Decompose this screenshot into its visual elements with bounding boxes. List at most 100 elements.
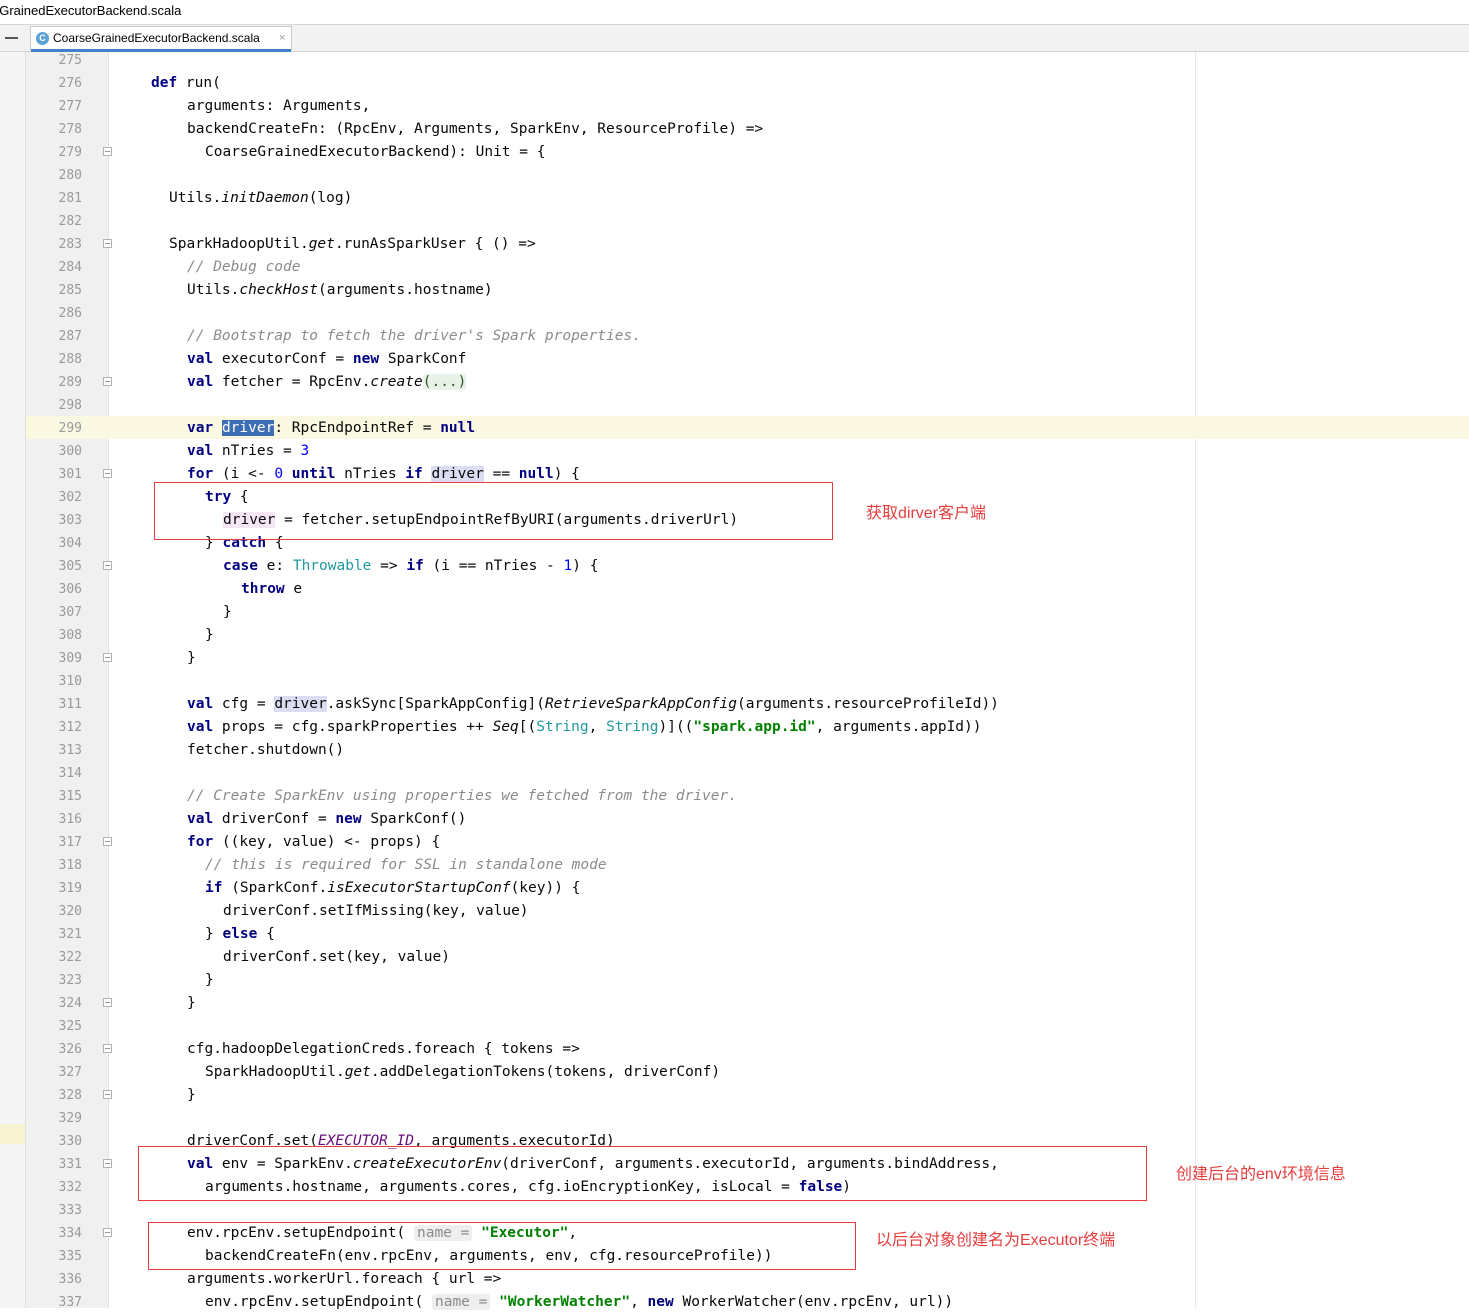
code-line[interactable]: 317 for ((key, value) <- props) {: [26, 831, 1469, 854]
code-text: arguments: Arguments,: [187, 98, 371, 114]
code-line[interactable]: 325: [26, 1015, 1469, 1038]
code-line[interactable]: 299 var driver: RpcEndpointRef = null: [26, 417, 1469, 440]
line-number: 303: [58, 513, 82, 528]
code-text: backendCreateFn: (RpcEnv, Arguments, Spa…: [187, 121, 764, 137]
fold-toggle-icon[interactable]: [103, 147, 112, 156]
code-line[interactable]: 289 val fetcher = RpcEnv.create(...): [26, 371, 1469, 394]
code-line[interactable]: 287 // Bootstrap to fetch the driver's Sp…: [26, 325, 1469, 348]
code-line[interactable]: 283 SparkHadoopUtil.get.runAsSparkUser { …: [26, 233, 1469, 256]
code-text: // Bootstrap to fetch the driver's Spark…: [187, 328, 641, 344]
fold-toggle-icon[interactable]: [103, 377, 112, 386]
code-text: }: [205, 627, 214, 643]
code-line[interactable]: 315 // Create SparkEnv using properties w…: [26, 785, 1469, 808]
code-line[interactable]: 279 CoarseGrainedExecutorBackend): Unit =…: [26, 141, 1469, 164]
fold-toggle-icon[interactable]: [103, 837, 112, 846]
scala-file-icon: C: [36, 32, 49, 45]
line-number: 327: [58, 1065, 82, 1080]
code-line[interactable]: 328}: [26, 1084, 1469, 1107]
code-line[interactable]: 323}: [26, 969, 1469, 992]
code-line[interactable]: 327 SparkHadoopUtil.get.addDelegationToke…: [26, 1061, 1469, 1084]
fold-toggle-icon[interactable]: [103, 239, 112, 248]
fold-toggle-icon[interactable]: [103, 1090, 112, 1099]
line-number: 328: [58, 1088, 82, 1103]
line-number: 275: [58, 53, 82, 68]
code-line[interactable]: 307}: [26, 601, 1469, 624]
code-editor[interactable]: 275 276 def run(277 arguments: Arguments, 27…: [26, 49, 1469, 1314]
close-icon[interactable]: ×: [279, 27, 285, 50]
line-number: 323: [58, 973, 82, 988]
code-text: throw e: [241, 581, 303, 597]
code-line[interactable]: 333: [26, 1199, 1469, 1222]
code-line[interactable]: 324}: [26, 992, 1469, 1015]
line-number: 337: [58, 1295, 82, 1310]
code-line[interactable]: 278 backendCreateFn: (RpcEnv, Arguments, …: [26, 118, 1469, 141]
line-number: 315: [58, 789, 82, 804]
fold-toggle-icon[interactable]: [103, 1159, 112, 1168]
fold-toggle-icon[interactable]: [103, 653, 112, 662]
code-text: val cfg = driver.askSync[SparkAppConfig]…: [187, 696, 999, 712]
code-line[interactable]: 275: [26, 49, 1469, 72]
code-line[interactable]: 281 Utils.initDaemon(log): [26, 187, 1469, 210]
code-line[interactable]: 276 def run(: [26, 72, 1469, 95]
line-number: 316: [58, 812, 82, 827]
code-line[interactable]: 312 val props = cfg.sparkProperties ++ Se…: [26, 716, 1469, 739]
fold-toggle-icon[interactable]: [103, 561, 112, 570]
code-line[interactable]: 298: [26, 394, 1469, 417]
code-text: }: [187, 650, 196, 666]
code-line[interactable]: 309}: [26, 647, 1469, 670]
fold-toggle-icon[interactable]: [103, 1044, 112, 1053]
code-text: Utils.initDaemon(log): [169, 190, 353, 206]
code-line[interactable]: 306 throw e: [26, 578, 1469, 601]
code-line[interactable]: 308}: [26, 624, 1469, 647]
line-number: 299: [58, 421, 82, 436]
code-line[interactable]: 320 driverConf.setIfMissing(key, value): [26, 900, 1469, 923]
fold-toggle-icon[interactable]: [103, 1228, 112, 1237]
code-line[interactable]: 322 driverConf.set(key, value): [26, 946, 1469, 969]
code-text: Utils.checkHost(arguments.hostname): [187, 282, 493, 298]
code-line[interactable]: 300 val nTries = 3: [26, 440, 1469, 463]
code-line[interactable]: 329: [26, 1107, 1469, 1130]
code-line[interactable]: 314: [26, 762, 1469, 785]
code-line[interactable]: 310: [26, 670, 1469, 693]
line-number: 283: [58, 237, 82, 252]
code-line[interactable]: 284 // Debug code: [26, 256, 1469, 279]
code-line[interactable]: 313 fetcher.shutdown(): [26, 739, 1469, 762]
fold-toggle-icon[interactable]: [103, 469, 112, 478]
code-text: var driver: RpcEndpointRef = null: [187, 420, 476, 436]
code-line[interactable]: 336 arguments.workerUrl.foreach { url =>: [26, 1268, 1469, 1291]
code-text: driverConf.set(key, value): [223, 949, 450, 965]
tab-label: CoarseGrainedExecutorBackend.scala: [53, 31, 260, 45]
editor-tab-strip: C CoarseGrainedExecutorBackend.scala ×: [0, 25, 1469, 52]
fold-toggle-icon[interactable]: [103, 998, 112, 1007]
line-number: 333: [58, 1203, 82, 1218]
code-text: // this is required for SSL in standalon…: [205, 857, 607, 873]
code-line[interactable]: 305 case e: Throwable => if (i == nTries …: [26, 555, 1469, 578]
code-line[interactable]: 326 cfg.hadoopDelegationCreds.foreach { t…: [26, 1038, 1469, 1061]
line-number: 309: [58, 651, 82, 666]
code-line[interactable]: 321} else {: [26, 923, 1469, 946]
line-number: 314: [58, 766, 82, 781]
code-line[interactable]: 318 // this is required for SSL in standa…: [26, 854, 1469, 877]
code-line[interactable]: 288 val executorConf = new SparkConf: [26, 348, 1469, 371]
code-line[interactable]: 286: [26, 302, 1469, 325]
line-number: 289: [58, 375, 82, 390]
annotation-endpoint: 以后台对象创建名为Executor终端: [876, 1232, 1116, 1249]
code-line[interactable]: 282: [26, 210, 1469, 233]
line-number: 298: [58, 398, 82, 413]
editor-tab[interactable]: C CoarseGrainedExecutorBackend.scala ×: [30, 26, 292, 52]
minimize-icon[interactable]: [5, 37, 18, 39]
code-text: cfg.hadoopDelegationCreds.foreach { toke…: [187, 1041, 580, 1057]
code-line[interactable]: 285 Utils.checkHost(arguments.hostname): [26, 279, 1469, 302]
line-number: 281: [58, 191, 82, 206]
line-number: 325: [58, 1019, 82, 1034]
line-number: 311: [58, 697, 82, 712]
code-text: SparkHadoopUtil.get.addDelegationTokens(…: [205, 1064, 721, 1080]
code-line[interactable]: 337 env.rpcEnv.setupEndpoint( name = "Wor…: [26, 1291, 1469, 1314]
line-number: 286: [58, 306, 82, 321]
annotation-box-endpoint: [148, 1222, 856, 1270]
code-line[interactable]: 316 val driverConf = new SparkConf(): [26, 808, 1469, 831]
code-line[interactable]: 277 arguments: Arguments,: [26, 95, 1469, 118]
code-line[interactable]: 280: [26, 164, 1469, 187]
code-line[interactable]: 319 if (SparkConf.isExecutorStartupConf(k…: [26, 877, 1469, 900]
code-line[interactable]: 311 val cfg = driver.askSync[SparkAppConf…: [26, 693, 1469, 716]
